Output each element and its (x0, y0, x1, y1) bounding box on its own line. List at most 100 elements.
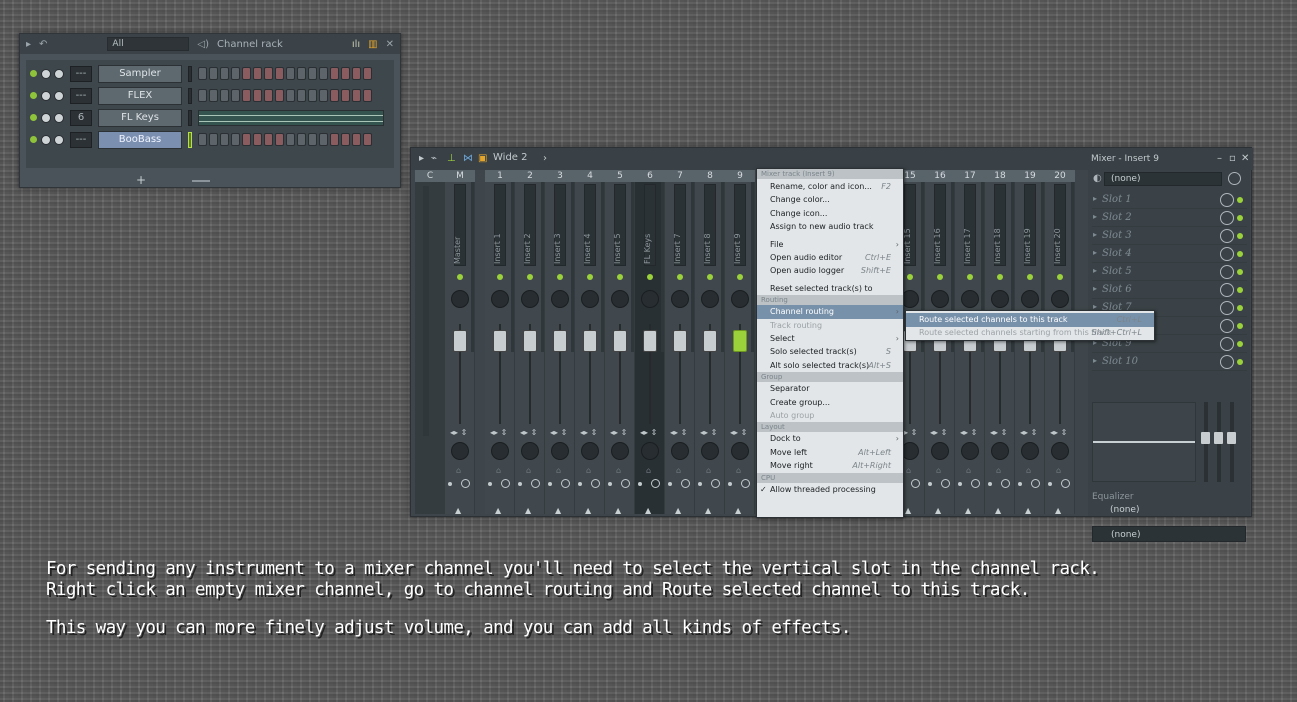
submenu-item[interactable]: Route selected channels starting from th… (906, 326, 1154, 340)
route-dot[interactable] (518, 482, 522, 486)
latency-icon[interactable] (651, 479, 660, 488)
route-arrow-icon[interactable]: ▲ (735, 506, 741, 515)
step-button[interactable] (253, 89, 262, 102)
channel-mute-led[interactable] (30, 92, 37, 99)
menu-item[interactable]: Change color... (757, 193, 903, 207)
swap-icon[interactable]: ◂▸ ⇕ (490, 428, 507, 437)
mixer-strip[interactable]: 6 FL Keys ◂▸ ⇕ ⌂ ▲ (635, 170, 665, 515)
swap-icon[interactable]: ◂▸ ⇕ (580, 428, 597, 437)
channel-pan-knob[interactable] (54, 113, 64, 123)
arm-icon[interactable]: ⌂ (996, 466, 1001, 475)
swap-icon[interactable]: ◂▸ ⇕ (930, 428, 947, 437)
latency-icon[interactable] (461, 479, 470, 488)
maximize-icon[interactable]: ▫ (1229, 153, 1236, 164)
route-arrow-icon[interactable]: ▲ (585, 506, 591, 515)
slot-enable-led[interactable] (1237, 287, 1243, 293)
route-dot[interactable] (698, 482, 702, 486)
latency-icon[interactable] (621, 479, 630, 488)
steps-icon[interactable]: ▥ (368, 39, 377, 50)
slot-mix-knob[interactable] (1220, 193, 1234, 207)
track-pan-knob[interactable] (1051, 290, 1069, 308)
track-enable-led[interactable] (1027, 274, 1033, 280)
latency-icon[interactable] (561, 479, 570, 488)
mixer-strip[interactable]: 17 Insert 17 ◂▸ ⇕ ⌂ ▲ (955, 170, 985, 515)
arm-icon[interactable]: ⌂ (526, 466, 531, 475)
swap-icon[interactable]: ◂▸ ⇕ (520, 428, 537, 437)
step-button[interactable] (341, 133, 350, 146)
mixer-strip[interactable]: 19 Insert 19 ◂▸ ⇕ ⌂ ▲ (1015, 170, 1045, 515)
undo-icon[interactable]: ↶ (39, 39, 47, 50)
link-icon[interactable]: ⋈ (463, 153, 473, 164)
mixer-preset-label[interactable]: Wide 2 (493, 152, 528, 163)
step-button[interactable] (220, 67, 229, 80)
route-dot[interactable] (728, 482, 732, 486)
menu-item[interactable]: File › (757, 238, 903, 252)
arm-icon[interactable]: ⌂ (496, 466, 501, 475)
route-arrow-icon[interactable]: ▲ (965, 506, 971, 515)
step-button[interactable] (319, 89, 328, 102)
track-pan-knob[interactable] (931, 290, 949, 308)
eq-fader-low[interactable] (1201, 402, 1210, 482)
swap-icon[interactable]: ◂▸ ⇕ (550, 428, 567, 437)
slot-enable-led[interactable] (1237, 215, 1243, 221)
menu-item[interactable]: Open audio editor Ctrl+E (757, 251, 903, 265)
menu-item[interactable]: Allow threaded processing (757, 483, 903, 497)
route-dot[interactable] (448, 482, 452, 486)
track-volume-fader[interactable] (583, 330, 597, 352)
menu-item[interactable]: Track routing (757, 319, 903, 333)
eq-fader-high[interactable] (1227, 402, 1236, 482)
latency-icon[interactable] (1001, 479, 1010, 488)
menu-item[interactable]: Create group... (757, 396, 903, 410)
arm-icon[interactable]: ⌂ (736, 466, 741, 475)
track-pan-knob[interactable] (521, 290, 539, 308)
track-volume-fader[interactable] (703, 330, 717, 352)
latency-icon[interactable] (741, 479, 750, 488)
track-enable-led[interactable] (907, 274, 913, 280)
route-dot[interactable] (668, 482, 672, 486)
channel-name-button[interactable]: FL Keys (98, 109, 182, 127)
menu-item[interactable]: Rename, color and icon... F2 (757, 180, 903, 194)
stereo-knob[interactable] (641, 442, 659, 460)
chevron-right-icon[interactable]: › (543, 153, 547, 164)
stereo-knob[interactable] (671, 442, 689, 460)
channel-select-slot[interactable] (188, 132, 192, 148)
arm-icon[interactable]: ⌂ (586, 466, 591, 475)
effect-slot[interactable]: ▸ Slot 10 (1092, 354, 1247, 371)
route-arrow-icon[interactable]: ▲ (705, 506, 711, 515)
route-arrow-icon[interactable]: ▲ (1055, 506, 1061, 515)
track-enable-led[interactable] (527, 274, 533, 280)
route-arrow-icon[interactable]: ▲ (555, 506, 561, 515)
step-button[interactable] (198, 67, 207, 80)
track-enable-led[interactable] (1057, 274, 1063, 280)
arm-icon[interactable]: ⌂ (676, 466, 681, 475)
track-enable-led[interactable] (647, 274, 653, 280)
stereo-knob[interactable] (581, 442, 599, 460)
swap-icon[interactable]: ◂▸ ⇕ (1020, 428, 1037, 437)
channel-pan-knob[interactable] (54, 91, 64, 101)
track-volume-fader[interactable] (673, 330, 687, 352)
route-dot[interactable] (638, 482, 642, 486)
step-button[interactable] (341, 67, 350, 80)
effect-slot[interactable]: ▸ Slot 3 (1092, 228, 1247, 245)
route-arrow-icon[interactable]: ▲ (615, 506, 621, 515)
route-arrow-icon[interactable]: ▲ (935, 506, 941, 515)
minimize-icon[interactable]: – (1217, 153, 1222, 164)
arm-icon[interactable]: ⌂ (906, 466, 911, 475)
step-button[interactable] (231, 89, 240, 102)
channel-mixer-number[interactable]: --- (70, 66, 92, 82)
close-icon[interactable]: ✕ (386, 39, 394, 50)
channel-volume-knob[interactable] (41, 135, 51, 145)
step-button[interactable] (308, 89, 317, 102)
route-dot[interactable] (608, 482, 612, 486)
step-button[interactable] (297, 67, 306, 80)
menu-item[interactable]: Select › (757, 332, 903, 346)
step-button[interactable] (319, 67, 328, 80)
swap-icon[interactable]: ◂▸ ⇕ (990, 428, 1007, 437)
route-dot[interactable] (1018, 482, 1022, 486)
effect-slot[interactable]: ▸ Slot 6 (1092, 282, 1247, 299)
step-button[interactable] (198, 133, 207, 146)
track-volume-fader[interactable] (643, 330, 657, 352)
menu-item[interactable]: Move left Alt+Left (757, 446, 903, 460)
channel-filter-select[interactable]: All (107, 37, 190, 51)
step-button[interactable] (297, 89, 306, 102)
